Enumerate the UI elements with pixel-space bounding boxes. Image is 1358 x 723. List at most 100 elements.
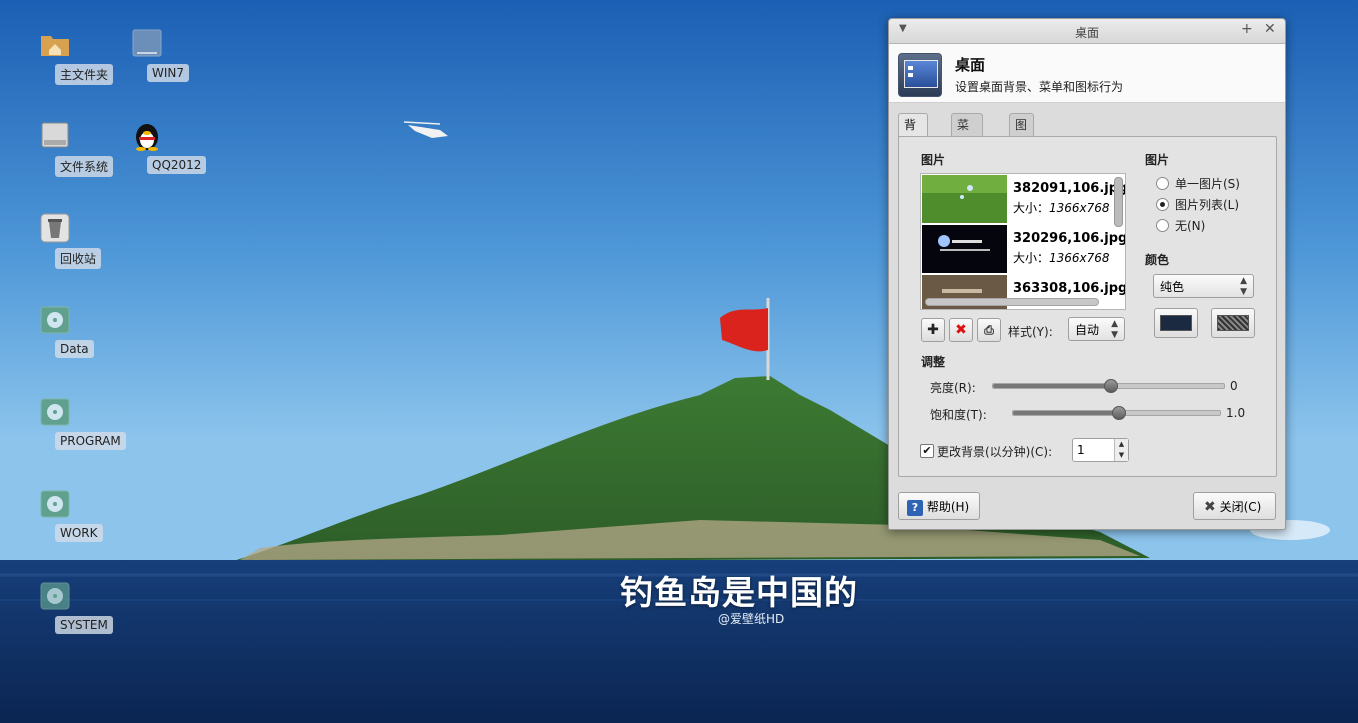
image-name: 363308,106.jpg xyxy=(1013,281,1126,296)
image-list-file-button[interactable]: ⎙ xyxy=(977,318,1001,342)
filesystem-drive-icon xyxy=(39,120,71,152)
radio-image-list-label: 图片列表(L) xyxy=(1175,198,1240,212)
document-icon: ⎙ xyxy=(984,323,994,337)
style-select-value: 自动 xyxy=(1075,323,1100,337)
help-icon: ? xyxy=(907,499,923,516)
tab-icons[interactable]: 图标(I) xyxy=(1009,113,1034,176)
saturation-slider-fill xyxy=(1013,411,1118,415)
add-image-button[interactable]: ✚ xyxy=(921,318,945,342)
image-thumbnail xyxy=(922,225,1007,273)
close-icon[interactable]: ✕ xyxy=(1264,21,1276,37)
image-size: 大小：1366x768 xyxy=(1013,201,1110,215)
desktop-icon-label: PROGRAM xyxy=(55,432,126,450)
radio-image-list[interactable] xyxy=(1156,198,1169,211)
remove-image-button[interactable]: ✖ xyxy=(949,318,973,342)
minutes-value: 1 xyxy=(1077,443,1085,457)
image-list[interactable]: 382091,106.jpg 大小：1366x768 320296,106.jp… xyxy=(920,173,1126,310)
primary-color-swatch xyxy=(1160,315,1192,331)
color-section-title: 颜色 xyxy=(1145,253,1170,267)
style-select[interactable]: 自动 ▲ ▼ xyxy=(1068,317,1125,341)
adjust-section-title: 调整 xyxy=(921,355,946,369)
image-list-vertical-scrollbar[interactable] xyxy=(1114,177,1123,227)
tab-menus[interactable]: 菜单(M) xyxy=(951,113,983,176)
brightness-value: 0 xyxy=(1230,379,1238,393)
desktop-settings-window: ▼ 桌面 + ✕ 桌面 设置桌面背景、菜单和图标行为 背景(B) 菜单(M) 图… xyxy=(888,18,1286,530)
image-name: 382091,106.jpg xyxy=(1013,181,1126,196)
window-title: 桌面 xyxy=(1074,26,1099,40)
desktop-icon-label: WORK xyxy=(55,524,103,542)
desktop-icon-label: QQ2012 xyxy=(147,156,207,174)
spin-arrows-icon: ▲ ▼ xyxy=(1240,276,1247,297)
radio-single-image-label: 单一图片(S) xyxy=(1175,177,1240,191)
desktop-icon-home[interactable]: 主文件夹 xyxy=(15,28,114,85)
plus-icon: ✚ xyxy=(927,322,939,338)
home-folder-icon xyxy=(39,28,71,60)
desktop-icon-system[interactable]: SYSTEM xyxy=(15,580,113,634)
image-name: 320296,106.jpg xyxy=(1013,231,1126,246)
color-mode-select[interactable]: 纯色 ▲ ▼ xyxy=(1153,274,1254,298)
desktop-icon-program[interactable]: PROGRAM xyxy=(15,396,126,450)
desktop-icon-data[interactable]: Data xyxy=(15,304,95,358)
color-mode-value: 纯色 xyxy=(1160,280,1185,294)
radio-single-image[interactable] xyxy=(1156,177,1169,190)
desktop-icon-qq2012[interactable]: QQ2012 xyxy=(107,120,207,174)
style-label: 样式(Y): xyxy=(1008,325,1053,339)
header-subtitle: 设置桌面背景、菜单和图标行为 xyxy=(955,80,1124,94)
list-item[interactable]: 320296,106.jpg 大小：1366x768 xyxy=(922,225,1125,273)
spin-arrows-icon: ▲ ▼ xyxy=(1111,319,1118,340)
help-button-label: 帮助(H) xyxy=(926,500,970,514)
desktop-icon-filesystem[interactable]: 文件系统 xyxy=(15,120,114,177)
close-x-icon: ✖ xyxy=(1204,499,1216,515)
tab-background[interactable]: 背景(B) xyxy=(898,113,928,176)
secondary-color-button[interactable] xyxy=(1211,308,1255,338)
saturation-slider[interactable] xyxy=(1012,406,1221,420)
background-tab-panel: 图片 382091,106.jpg 大小：1366x768 320296,106… xyxy=(898,136,1277,477)
disk-icon xyxy=(39,396,71,428)
disk-icon xyxy=(39,580,71,612)
qq-penguin-icon xyxy=(131,120,163,152)
desktop-icon-label: SYSTEM xyxy=(55,616,113,634)
desktop-icon-label: 主文件夹 xyxy=(55,64,114,85)
radio-none-label: 无(N) xyxy=(1175,219,1206,233)
change-background-checkbox[interactable]: ✔ xyxy=(920,444,934,458)
stick-icon[interactable]: + xyxy=(1241,21,1253,37)
window-titlebar[interactable]: ▼ 桌面 + ✕ xyxy=(889,19,1285,44)
change-background-minutes-spinner[interactable]: 1 ▲ ▼ xyxy=(1072,438,1129,462)
list-item[interactable]: 382091,106.jpg 大小：1366x768 xyxy=(922,175,1125,223)
image-list-horizontal-scrollbar[interactable] xyxy=(925,298,1099,306)
desktop-icon-label: 回收站 xyxy=(55,248,102,269)
desktop-icon-trash[interactable]: 回收站 xyxy=(15,212,102,269)
images-section-title: 图片 xyxy=(921,153,946,167)
spin-arrows-icon[interactable]: ▲ ▼ xyxy=(1114,439,1128,461)
brightness-label: 亮度(R): xyxy=(930,381,976,395)
saturation-value: 1.0 xyxy=(1226,406,1246,420)
trash-icon xyxy=(39,212,71,244)
remove-icon: ✖ xyxy=(955,322,967,338)
close-button-label: 关闭(C) xyxy=(1219,500,1262,514)
header-title: 桌面 xyxy=(955,56,986,74)
radio-none[interactable] xyxy=(1156,219,1169,232)
change-background-label: 更改背景(以分钟)(C): xyxy=(937,445,1053,459)
disk-icon xyxy=(39,488,71,520)
disk-icon xyxy=(39,304,71,336)
close-button[interactable]: ✖ 关闭(C) xyxy=(1193,492,1276,520)
desktop-icon-win7[interactable]: WIN7 xyxy=(107,28,190,82)
checkmark-icon: ✔ xyxy=(922,444,932,457)
brightness-slider[interactable] xyxy=(992,379,1225,393)
desktop-icon-work[interactable]: WORK xyxy=(15,488,103,542)
wallpaper-caption: 钓鱼岛是中国的 xyxy=(620,573,858,612)
brightness-slider-knob[interactable] xyxy=(1103,379,1118,393)
drive-icon xyxy=(131,28,163,60)
desktop-icon-label: WIN7 xyxy=(147,64,190,82)
desktop-settings-app-icon xyxy=(898,53,942,97)
wallpaper-credit: @爱壁纸HD xyxy=(718,612,785,626)
saturation-label: 饱和度(T): xyxy=(930,408,987,422)
desktop-icon-label: 文件系统 xyxy=(55,156,114,177)
secondary-color-swatch xyxy=(1217,315,1249,331)
brightness-slider-fill xyxy=(993,384,1110,388)
help-button[interactable]: ? 帮助(H) xyxy=(898,492,980,520)
desktop-icon-label: Data xyxy=(55,340,94,358)
saturation-slider-knob[interactable] xyxy=(1111,406,1126,420)
primary-color-button[interactable] xyxy=(1154,308,1198,338)
image-size: 大小：1366x768 xyxy=(1013,251,1110,265)
